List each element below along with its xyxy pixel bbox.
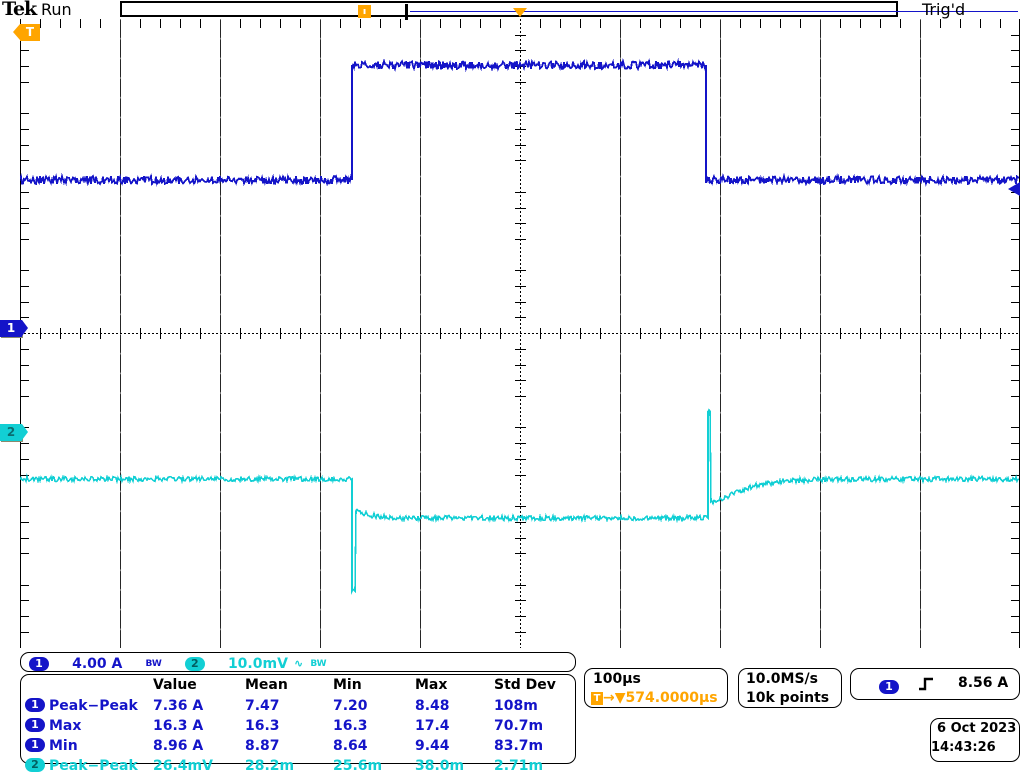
run-state-label[interactable]: Run [41,0,72,19]
waveform-canvas [20,19,1020,648]
trigger-state-label: Trig'd [922,0,965,19]
measurement-row-min: 8.64 [333,738,368,754]
measurement-col-max: Max [415,677,447,693]
trigger-panel[interactable]: 1 8.56 A [850,668,1020,700]
trigger-level-value[interactable]: 8.56 A [958,675,1008,691]
channel-2-scale[interactable]: 10.0mV [228,656,288,672]
measurement-panel[interactable]: Value Mean Min Max Std Dev 1 Peak−Peak 7… [20,674,576,764]
measurement-row-mean: 7.47 [245,698,280,714]
channel-2-trace [20,410,1019,592]
measurement-row-channel-badge: 2 [25,758,45,772]
acquisition-panel[interactable]: 10.0MS/s 10k points [738,668,842,708]
measurement-row-min: 25.6m [333,758,382,774]
measurement-col-value: Value [153,677,197,693]
delay-arrow-icon: →▼ [603,690,626,706]
channel-1-position-marker[interactable]: 1 [0,320,22,337]
measurement-table: Value Mean Min Max Std Dev 1 Peak−Peak 7… [21,675,577,765]
measurement-row-stddev: 70.7m [494,718,543,734]
tek-logo: Tek [2,0,36,20]
trigger-level-marker[interactable]: T [20,24,40,41]
measurement-row-mean: 28.2m [245,758,294,774]
oscilloscope-screen: Tek Run T Trig'd [0,0,1024,768]
record-view-trigger-marker[interactable]: T [358,5,371,18]
measurement-col-mean: Mean [245,677,288,693]
measurement-row-channel-badge: 1 [25,718,45,732]
datetime-panel: 6 Oct 2023 14:43:26 [930,718,1020,762]
measurement-row-name: Peak−Peak [49,698,138,714]
vertical-settings-panel: 1 4.00 A BW 2 10.0mV ∿ BW [20,652,576,672]
channel-1-badge[interactable]: 1 [29,657,49,671]
measurement-row-min: 16.3 [333,718,368,734]
time-value: 14:43:26 [931,740,996,755]
channel-1-level-arrow-right [1008,182,1020,196]
delay-trigger-icon: T [591,692,603,705]
channel-1-marker-label: 1 [7,321,15,335]
timebase-value[interactable]: 100µs [593,671,641,687]
measurement-row-channel-badge: 1 [25,738,45,752]
horizontal-timebase-panel[interactable]: 100µs T→▼574.0000µs [584,668,728,708]
measurement-row-max: 38.0m [415,758,464,774]
date-value: 6 Oct 2023 [937,721,1016,736]
measurement-row-value: 16.3 A [153,718,203,734]
measurement-row-name: Peak−Peak [49,758,138,774]
channel-2-badge[interactable]: 2 [185,657,205,671]
expansion-point-marker-top [513,8,527,17]
measurement-row-channel-badge: 1 [25,698,45,712]
measurement-row-value: 7.36 A [153,698,203,714]
graticule [20,19,1020,648]
measurement-row-value: 26.4mV [153,758,213,774]
measurement-row-mean: 8.87 [245,738,280,754]
measurement-col-stddev: Std Dev [494,677,556,693]
measurement-row-name: Min [49,738,78,754]
trigger-level-marker-label: T [26,25,34,39]
rising-edge-icon [917,675,935,693]
record-view-bar[interactable]: T [120,1,898,17]
channel-1-trace [20,61,1019,184]
measurement-col-min: Min [333,677,362,693]
measurement-row-max: 9.44 [415,738,450,754]
channel-2-coupling-icon: ∿ [294,657,303,670]
measurement-row-stddev: 83.7m [494,738,543,754]
channel-2-bandwidth-icon: BW [310,659,326,669]
channel-2-marker-label: 2 [7,425,15,439]
measurement-row-mean: 16.3 [245,718,280,734]
measurement-row-max: 17.4 [415,718,450,734]
measurement-row-stddev: 108m [494,698,538,714]
channel-1-scale[interactable]: 4.00 A [72,656,122,672]
trigger-source-badge[interactable]: 1 [879,680,899,694]
measurement-row-stddev: 2.71m [494,758,543,774]
channel-1-bandwidth-icon: BW [145,659,161,669]
measurement-row-max: 8.48 [415,698,450,714]
measurement-row-value: 8.96 A [153,738,203,754]
record-view-divider [405,4,408,20]
horizontal-delay-value[interactable]: 574.0000µs [626,690,718,706]
measurement-row-name: Max [49,718,81,734]
record-length-value: 10k points [746,690,829,706]
channel-2-position-marker[interactable]: 2 [0,424,22,441]
sample-rate-value: 10.0MS/s [746,671,818,687]
measurement-row-min: 7.20 [333,698,368,714]
top-status-bar: Tek Run T Trig'd [0,0,1024,18]
